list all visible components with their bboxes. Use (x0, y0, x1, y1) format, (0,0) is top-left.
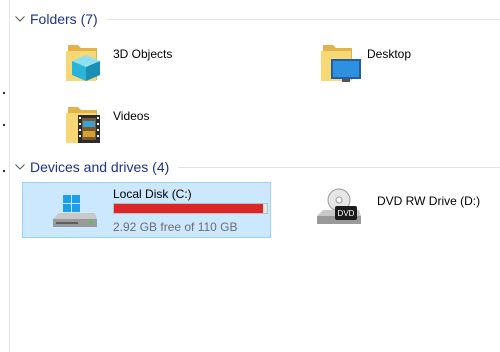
group-divider (178, 166, 500, 168)
disk-usage-fill (114, 204, 263, 213)
windows-drive-icon (51, 195, 99, 232)
folders-group-title: Folders (7) (30, 11, 98, 27)
folder-label: Videos (113, 109, 150, 123)
folder-label: Desktop (367, 47, 412, 61)
content-pane: Folders (7) 3D Objects Desktop Videos De… (10, 0, 500, 352)
devices-group-title: Devices and drives (4) (30, 159, 170, 175)
drive-free-space: 2.92 GB free of 110 GB (113, 220, 238, 234)
folders-group-header[interactable]: Folders (7) (10, 9, 500, 29)
dvd-drive-icon: DVD (315, 188, 361, 231)
nav-tree-marker (3, 170, 5, 172)
desktop-folder-icon (319, 39, 363, 86)
nav-tree-marker (3, 92, 5, 94)
devices-group-header[interactable]: Devices and drives (4) (10, 157, 500, 177)
folder-label: 3D Objects (113, 47, 173, 61)
drive-local-disk-c[interactable]: Local Disk (C:) 2.92 GB free of 110 GB (22, 182, 271, 238)
disk-usage-bar (113, 203, 268, 214)
folder-3d-objects[interactable]: 3D Objects (60, 36, 290, 86)
chevron-down-icon[interactable] (10, 9, 30, 29)
videos-folder-icon (64, 101, 104, 148)
drive-name: Local Disk (C:) (113, 187, 192, 201)
dvd-icon-text: DVD (338, 209, 355, 218)
chevron-down-icon[interactable] (10, 157, 30, 177)
group-divider (106, 18, 500, 20)
drive-name: DVD RW Drive (D:) (377, 194, 481, 208)
drive-dvd-rw-d[interactable]: DVD DVD RW Drive (D:) (310, 182, 495, 238)
folder-desktop[interactable]: Desktop (315, 36, 495, 86)
folder-videos[interactable]: Videos (60, 98, 290, 148)
3d-objects-folder-icon (64, 39, 104, 86)
nav-tree-marker (3, 124, 5, 126)
navigation-pane-edge[interactable] (0, 0, 10, 352)
